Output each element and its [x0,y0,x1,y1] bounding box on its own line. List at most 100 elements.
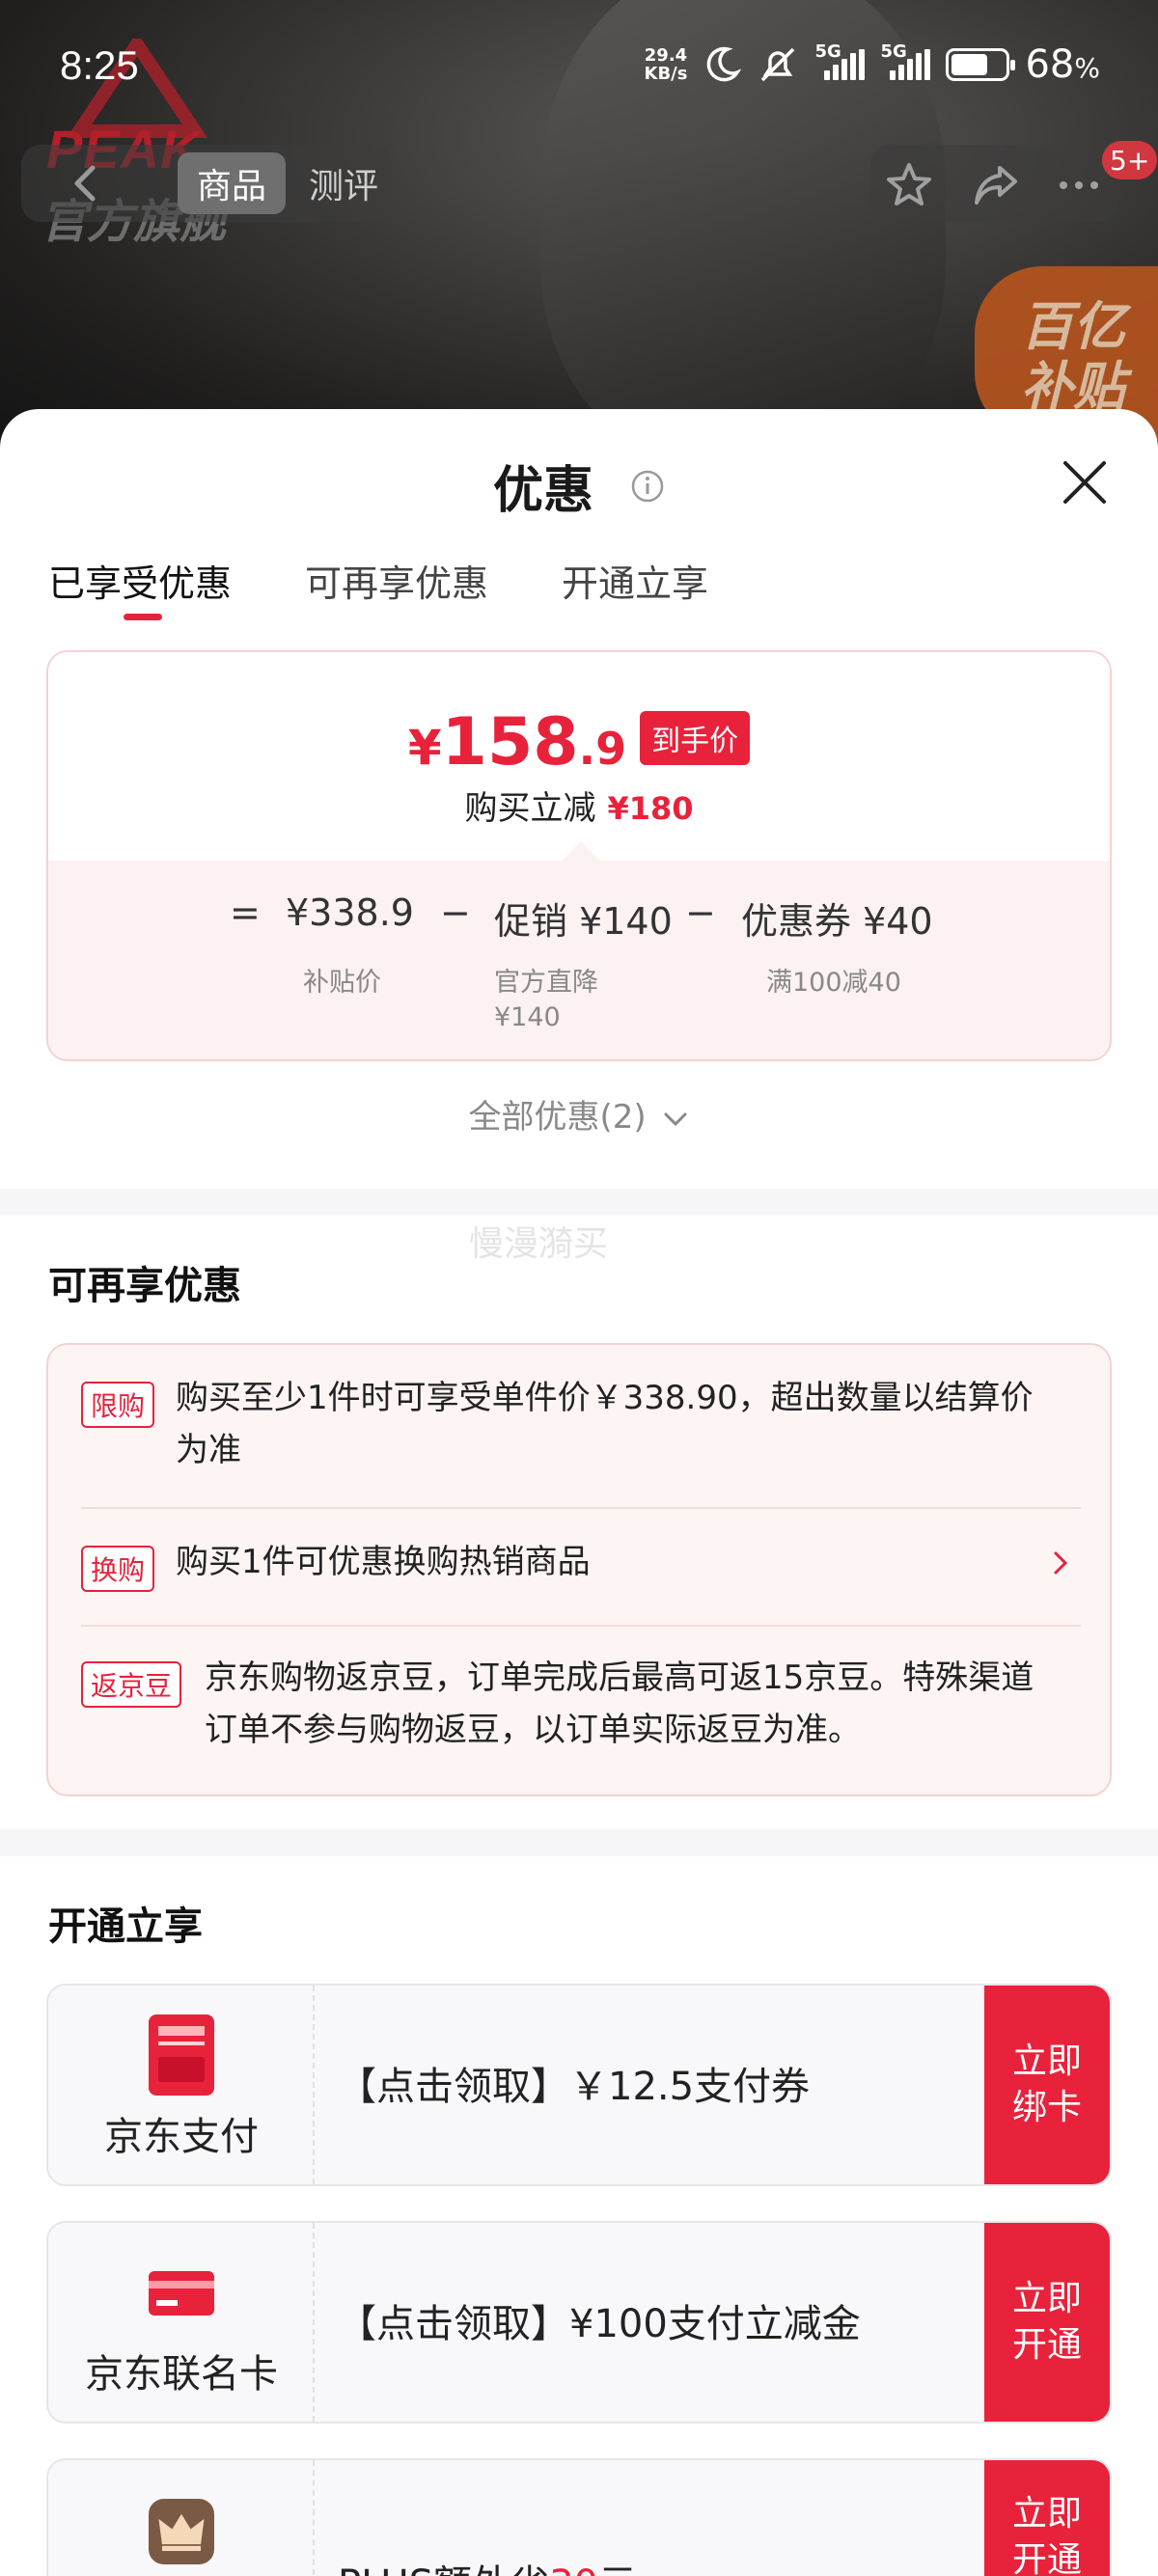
minus-sign-1: − [440,891,471,934]
back-chevron-icon[interactable] [64,160,110,206]
tab-review[interactable]: 测评 [309,152,378,214]
price-currency: ¥ [407,720,442,776]
btn-line: 立即 [1011,2042,1082,2081]
tab-open-now[interactable]: 开通立享 [562,554,708,607]
status-bar: 8:25 29.4 KB/s 5G 5G 68% [0,0,1158,135]
plus-text-pre: PLUS额外省 [338,2562,549,2576]
battery-percent: 68% [1025,42,1100,87]
nav-left-pill: 商品 测评 [21,145,392,222]
offer-tag: 换购 [81,1546,155,1592]
price-summary-card: ¥158.9 到手价 购买立减 ¥180 = ¥338.9 补贴价 − 促销 ¥14… [46,650,1112,1061]
equals-sign: = [230,891,261,934]
star-icon[interactable] [884,160,934,210]
open-item-left [48,2460,315,2576]
btn-line: 绑卡 [1011,2088,1082,2127]
offer-item-limit: 限购 购买至少1件时可享受单件价￥338.90，超出数量以结算价 为准 [81,1372,1081,1480]
offer-item-exchange[interactable]: 换购 购买1件可优惠换购热销商品 [81,1536,1081,1594]
reduce-value: ¥180 [607,790,694,827]
base-price-label: 补贴价 [303,968,381,998]
plus-text-amount: 30 [549,2562,598,2576]
offer-text-line: 购买至少1件时可享受单件价￥338.90，超出数量以结算价 [176,1379,1034,1417]
chevron-down-icon [664,1112,687,1126]
coupon-amount: 优惠券 ¥40 [741,900,933,943]
share-icon[interactable] [971,160,1021,210]
battery-fill [951,54,988,75]
bind-card-button[interactable]: 立即 绑卡 [984,1986,1110,2184]
offer-text-line: 为准 [176,1431,241,1469]
offer-text-line: 订单不参与购物返豆，以订单实际返豆为准。 [205,1711,861,1749]
base-price: ¥338.9 [286,891,414,934]
close-icon[interactable] [1058,455,1112,509]
price-decimal: .9 [578,723,627,775]
chevron-right-icon [1054,1551,1068,1575]
open-plus-button[interactable]: 立即 开通 [984,2460,1110,2576]
summary-notch [562,841,600,861]
open-item-left: 京东支付 [48,1986,315,2184]
net-speed-value: 29.4 [644,45,688,66]
section-title-more: 可再享优惠 [48,1264,241,1308]
offer-tag: 限购 [81,1382,155,1428]
open-item-plus: PLUS额外省30元 立即开通 [46,2458,1112,2576]
open-item-name: 京东支付 [104,2115,259,2159]
section-divider-1 [0,1189,1158,1216]
sheet-title: 优惠 [492,462,593,520]
more-dots-icon[interactable] [1054,160,1104,210]
message-badge: 5+ [1102,141,1158,179]
signal-2-icon: 5G [880,41,931,80]
nav-right-pill [870,145,1119,222]
info-icon[interactable] [630,469,665,504]
reduce-label: 购买立减 [464,789,596,828]
net-speed: 29.4 KB/s [645,46,688,83]
credit-card-icon [149,2271,214,2316]
open-item-text: PLUS额外省30元 [338,2553,637,2576]
more-offers-card: 限购 购买至少1件时可享受单件价￥338.90，超出数量以结算价 为准 换购 购… [46,1343,1112,1796]
final-price-tag: 到手价 [640,711,751,765]
offer-tag: 返京豆 [81,1661,182,1708]
tab-more-available[interactable]: 可再享优惠 [305,554,488,607]
battery-unit: % [1074,52,1100,84]
signal-1-label: 5G [814,41,841,62]
btn-line: 开通 [1011,2325,1082,2365]
open-item-left: 京东联名卡 [48,2223,315,2422]
btn-line: 立即 [1011,2279,1082,2318]
open-item-name: 京东联名卡 [85,2352,278,2397]
net-speed-unit: KB/s [644,64,688,84]
sheet-header: 优惠 [0,450,1158,522]
status-time: 8:25 [60,42,139,88]
signal-2-label: 5G [880,41,907,62]
summary-top: ¥158.9 到手价 购买立减 ¥180 [48,652,1110,861]
battery-value: 68 [1025,42,1075,87]
promo-sub-value: ¥140 [494,1002,561,1032]
divider [81,1625,1081,1627]
offer-text: 购买至少1件时可享受单件价￥338.90，超出数量以结算价 为准 [176,1372,1034,1476]
crown-icon [149,2499,214,2564]
all-offers-toggle[interactable]: 全部优惠(2) [0,1090,1158,1137]
status-icons: 29.4 KB/s 5G 5G 68% [645,41,1100,87]
discount-tabs: 已享受优惠 可再享优惠 开通立享 [48,554,708,620]
open-item-co-card: 京东联名卡 【点击领取】¥100支付立减金 立即开通 [46,2221,1112,2424]
open-item-text: 【点击领取】¥100支付立减金 [338,2302,861,2346]
jd-pay-icon [149,2014,214,2096]
btn-line: 开通 [1011,2540,1082,2576]
open-item-jd-pay: 京东支付 【点击领取】￥12.5支付券 立即 绑卡 [46,1984,1112,2186]
discount-sheet: 优惠 已享受优惠 可再享优惠 开通立享 ¥158.9 到手价 购买立减 ¥180 =… [0,409,1158,2576]
promo-amount: 促销 ¥140 [494,900,673,943]
section-divider-2 [0,1829,1158,1856]
price-integer: 158 [441,704,579,781]
mute-bell-icon [761,47,795,82]
product-nav-bar: 商品 测评 5+ [0,141,1158,222]
coupon-condition: 满100减40 [766,968,901,998]
offer-text-line: 京东购物返京豆，订单完成后最高可返15京豆。特殊渠道 [205,1658,1034,1697]
btn-line: 立即 [1011,2494,1082,2534]
open-card-button[interactable]: 立即 开通 [984,2223,1110,2422]
tab-enjoyed[interactable]: 已享受优惠 [48,554,232,620]
divider [81,1507,1081,1509]
plus-text-post: 元 [598,2562,637,2576]
battery-icon [946,48,1016,81]
moon-icon [707,46,742,82]
offer-text: 京东购物返京豆，订单完成后最高可返15京豆。特殊渠道 订单不参与购物返豆，以订单… [205,1652,1034,1756]
promo-sub-label: 官方直降 [494,968,598,998]
all-offers-label: 全部优惠(2) [468,1098,647,1137]
tab-goods[interactable]: 商品 [178,152,286,214]
reduce-row: 购买立减 ¥180 [48,781,1110,829]
